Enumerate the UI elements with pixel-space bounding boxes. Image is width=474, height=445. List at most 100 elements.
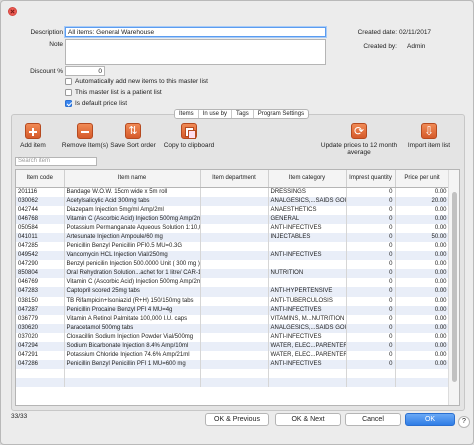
table-row[interactable]: 201116 Bandage W.O.W. 15cm wide x 5m roll… xyxy=(16,187,450,197)
table-row[interactable]: 046768 Vitamin C (Ascorbic Acid) Injectio… xyxy=(16,214,450,224)
cell-item-name: Artesunate Injection Ampoule/60 mg xyxy=(64,232,201,242)
discount-field[interactable]: 0 xyxy=(65,66,105,76)
table-scrollbar[interactable] xyxy=(448,170,459,405)
items-table: Item code Item name Item department Item… xyxy=(15,169,460,406)
tab-in-use-by[interactable]: In use by xyxy=(199,110,233,118)
cell-item-code: 850804 xyxy=(16,269,65,279)
description-label: Description xyxy=(30,29,63,36)
table-row[interactable] xyxy=(16,378,450,388)
cell-imprest-quantity: 0 xyxy=(346,241,396,252)
table-row[interactable]: 038150 TB Rifampicin+Isoniazid (R+H) 150/… xyxy=(16,296,450,306)
remove-items-button[interactable]: Remove Item(s) xyxy=(61,123,109,149)
ok-previous-button[interactable]: OK & Previous xyxy=(205,413,269,426)
save-sort-order-button[interactable]: Save Sort order xyxy=(109,123,157,149)
cell-item-code: 047285 xyxy=(16,241,65,252)
table-row[interactable]: 030620 Paracetamol 500mg tabs ANALGESICS,.… xyxy=(16,323,450,333)
cell-item-name: Vancomycin HCL Injection Vial/250mg xyxy=(64,251,201,261)
tab-program-settings[interactable]: Program Settings xyxy=(254,110,308,118)
cell-item-category: WATER, ELEC...PARENTERAL xyxy=(268,351,347,361)
table-row[interactable]: 049542 Vancomycin HCL Injection Vial/250m… xyxy=(16,251,450,261)
table-row[interactable]: 047283 Captopril scored 25mg tabs ANTI-HYP… xyxy=(16,287,450,297)
save-sort-order-label: Save Sort order xyxy=(110,142,156,149)
cell-item-code: 049542 xyxy=(16,251,65,261)
table-row[interactable]: 030062 Acetylsalicylic Acid 300mg tabs ANA… xyxy=(16,196,450,206)
cancel-button[interactable]: Cancel xyxy=(345,413,401,426)
cell-item-code: 038150 xyxy=(16,296,65,306)
cell-item-code: 047283 xyxy=(16,287,65,297)
cell-item-department xyxy=(200,260,269,270)
cell-item-code: 036779 xyxy=(16,314,65,324)
table-row[interactable]: 047285 Penicillin Benzyl Penicillin PFI0.… xyxy=(16,241,450,252)
col-item-code[interactable]: Item code xyxy=(16,170,65,188)
cell-price-per-unit: 0.00 xyxy=(395,205,450,215)
cell-item-name: Cloxacillin Sodium Injection Powder Vial… xyxy=(64,332,201,342)
table-row[interactable]: 042744 Diazepam Injection 5mg/ml Amp/2ml A… xyxy=(16,205,450,215)
table-row[interactable]: 850804 Oral Rehydration Solution...achet … xyxy=(16,269,450,279)
table-row[interactable]: 047286 Penicillin Benzyl Penicillin PFI 1… xyxy=(16,360,450,370)
auto-add-checkbox[interactable] xyxy=(65,78,72,85)
add-item-button[interactable]: Add item xyxy=(17,123,49,149)
tab-tags[interactable]: Tags xyxy=(232,110,254,118)
patient-list-label: This master list is a patient list xyxy=(75,89,162,96)
table-row[interactable]: 047294 Sodium Bicarbonate Injection 8.4% … xyxy=(16,342,450,352)
cell-item-name: Penicillin Procaine Benzyl PFI 4 MU=4g xyxy=(64,305,201,315)
col-item-name[interactable]: Item name xyxy=(64,170,201,188)
help-button[interactable]: ? xyxy=(458,416,470,428)
patient-list-checkbox[interactable] xyxy=(65,89,72,96)
cell-imprest-quantity: 0 xyxy=(346,187,396,197)
cell-item-category: ANAESTHETICS xyxy=(268,205,347,215)
scrollbar-thumb[interactable] xyxy=(452,192,457,382)
cell-item-category: ANTI-INFECTIVES xyxy=(268,305,347,315)
col-item-department[interactable]: Item department xyxy=(200,170,269,188)
table-row[interactable]: 050584 Potassium Permanganate Aqueous Sol… xyxy=(16,223,450,233)
search-input[interactable]: Search item xyxy=(15,157,97,166)
cell-item-name: Potassium Permanganate Aqueous Solution … xyxy=(64,223,201,233)
cell-item-name: Vitamin A Retinol Palmitate 100,000 I.U.… xyxy=(64,314,201,324)
cell-item-category: ANTI-TUBERCULOSIS xyxy=(268,296,347,306)
cell-item-name: Diazepam Injection 5mg/ml Amp/2ml xyxy=(64,205,201,215)
cell-item-code: 047294 xyxy=(16,342,65,352)
table-row[interactable]: 036779 Vitamin A Retinol Palmitate 100,00… xyxy=(16,314,450,324)
cell-item-category: DRESSINGS xyxy=(268,187,347,197)
cell-item-department xyxy=(200,369,269,379)
table-row[interactable]: 047287 Penicillin Procaine Benzyl PFI 4 M… xyxy=(16,305,450,315)
cell-item-department xyxy=(200,296,269,306)
default-price-list-checkbox[interactable] xyxy=(65,100,72,107)
ok-button[interactable]: OK xyxy=(405,413,455,426)
cell-item-code: 050584 xyxy=(16,223,65,233)
note-field[interactable] xyxy=(65,39,326,65)
cell-price-per-unit: 0.00 xyxy=(395,314,450,324)
close-icon[interactable] xyxy=(8,7,17,16)
table-header-row: Item code Item name Item department Item… xyxy=(16,170,450,188)
table-row[interactable]: 041011 Artesunate Injection Ampoule/60 mg… xyxy=(16,232,450,242)
col-item-category[interactable]: Item category xyxy=(268,170,347,188)
update-prices-button[interactable]: Update prices to 12 month average xyxy=(319,123,399,156)
col-imprest-quantity[interactable]: Imprest quantity xyxy=(346,170,396,188)
cell-item-code: 047291 xyxy=(16,351,65,361)
table-row[interactable]: 047291 Potassium Chloride Injection 74.6%… xyxy=(16,351,450,361)
created-by-value: Admin xyxy=(407,43,426,50)
cell-item-department xyxy=(200,351,269,361)
description-field[interactable]: All items: General Warehouse xyxy=(65,27,326,37)
table-row[interactable]: 046769 Vitamin C (Ascorbic Acid) Injectio… xyxy=(16,278,450,288)
cell-imprest-quantity: 0 xyxy=(346,323,396,333)
cell-item-department xyxy=(200,205,269,215)
cell-item-department xyxy=(200,196,269,206)
tab-items[interactable]: Items xyxy=(175,110,199,118)
cell-item-code: 047290 xyxy=(16,260,65,270)
ok-next-button[interactable]: OK & Next xyxy=(275,413,341,426)
cell-price-per-unit: 0.00 xyxy=(395,278,450,288)
table-row[interactable]: 047290 Benzyl penicilin Injection 500.000… xyxy=(16,260,450,270)
cell-item-category xyxy=(268,278,347,288)
col-price-per-unit[interactable]: Price per unit xyxy=(395,170,450,188)
cell-item-department xyxy=(200,323,269,333)
copy-to-clipboard-button[interactable]: Copy to clipboard xyxy=(161,123,217,149)
cell-imprest-quantity xyxy=(346,378,396,388)
table-row[interactable]: 037020 Cloxacillin Sodium Injection Powde… xyxy=(16,332,450,342)
cell-item-name: TB Rifampicin+Isoniazid (R+H) 150/150mg … xyxy=(64,296,201,306)
table-row[interactable] xyxy=(16,369,450,379)
created-by-label: Created by: xyxy=(363,43,397,50)
note-label: Note xyxy=(49,41,63,48)
cell-item-name: Vitamin C (Ascorbic Acid) Injection 500m… xyxy=(64,214,201,224)
import-item-list-button[interactable]: Import item list xyxy=(405,123,453,149)
